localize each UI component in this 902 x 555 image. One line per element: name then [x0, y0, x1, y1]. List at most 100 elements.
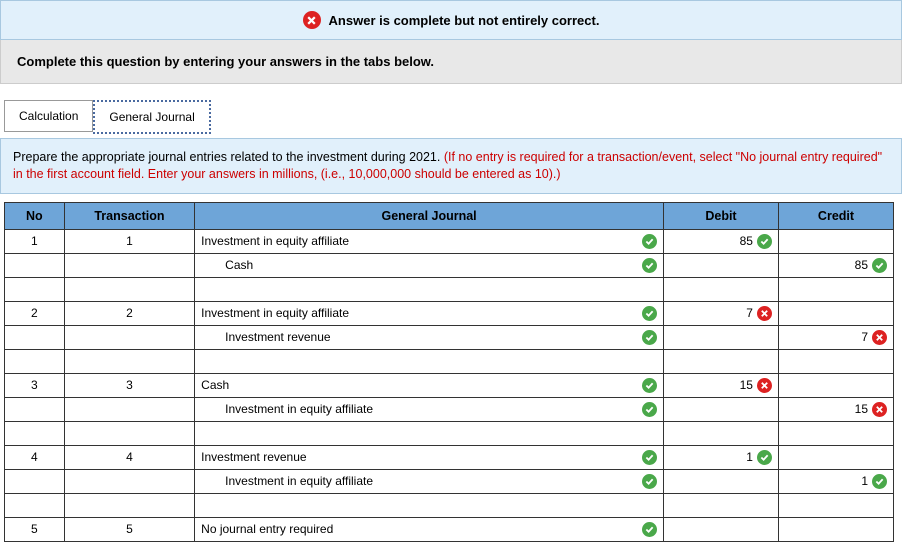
account-text: Cash [201, 258, 642, 272]
cell-credit[interactable]: 7 [778, 325, 893, 349]
table-row: Investment in equity affiliate 15 [5, 397, 894, 421]
table-row [5, 277, 894, 301]
account-text: Investment revenue [201, 450, 642, 464]
cell-account[interactable]: Cash [195, 253, 664, 277]
header-no: No [5, 202, 65, 229]
cell-credit[interactable]: 85 [778, 253, 893, 277]
cell-txn: 3 [64, 373, 194, 397]
cell-no: 3 [5, 373, 65, 397]
tab-general-journal[interactable]: General Journal [93, 100, 210, 134]
cell-account[interactable]: Cash [195, 373, 664, 397]
account-text: Investment revenue [201, 330, 642, 344]
cell-txn [64, 325, 194, 349]
cell-debit[interactable] [663, 493, 778, 517]
credit-value: 7 [861, 330, 868, 344]
cell-debit[interactable]: 1 [663, 445, 778, 469]
cell-account[interactable]: No journal entry required [195, 517, 664, 541]
cell-credit[interactable] [778, 229, 893, 253]
cell-credit[interactable] [778, 445, 893, 469]
cell-account[interactable]: Investment in equity affiliate [195, 229, 664, 253]
cell-txn [64, 277, 194, 301]
cell-no [5, 253, 65, 277]
table-row: 55 No journal entry required [5, 517, 894, 541]
check-icon [757, 234, 772, 249]
cell-debit[interactable] [663, 253, 778, 277]
cell-debit[interactable] [663, 277, 778, 301]
instruction-bar: Complete this question by entering your … [0, 40, 902, 84]
account-text: Investment in equity affiliate [201, 234, 642, 248]
header-general-journal: General Journal [195, 202, 664, 229]
check-icon [642, 474, 657, 489]
cell-account[interactable] [195, 493, 664, 517]
table-row: 11 Investment in equity affiliate 85 [5, 229, 894, 253]
cell-txn: 1 [64, 229, 194, 253]
cell-credit[interactable] [778, 517, 893, 541]
cell-account[interactable] [195, 349, 664, 373]
cell-no [5, 349, 65, 373]
account-text: No journal entry required [201, 522, 642, 536]
check-icon [642, 234, 657, 249]
cell-txn: 5 [64, 517, 194, 541]
cell-no [5, 277, 65, 301]
cell-no [5, 397, 65, 421]
credit-value: 1 [861, 474, 868, 488]
header-credit: Credit [778, 202, 893, 229]
table-row: Cash 85 [5, 253, 894, 277]
cell-debit[interactable] [663, 517, 778, 541]
cell-credit[interactable]: 15 [778, 397, 893, 421]
debit-value: 7 [746, 306, 753, 320]
cell-debit[interactable] [663, 469, 778, 493]
cell-account[interactable] [195, 277, 664, 301]
journal-table: No Transaction General Journal Debit Cre… [4, 202, 894, 542]
status-text: Answer is complete but not entirely corr… [329, 13, 600, 28]
table-row [5, 493, 894, 517]
cell-credit[interactable] [778, 301, 893, 325]
check-icon [642, 306, 657, 321]
credit-value: 15 [855, 402, 868, 416]
cell-debit[interactable] [663, 397, 778, 421]
cell-account[interactable]: Investment in equity affiliate [195, 397, 664, 421]
cell-txn [64, 469, 194, 493]
check-icon [642, 522, 657, 537]
cell-account[interactable]: Investment revenue [195, 325, 664, 349]
cell-no: 1 [5, 229, 65, 253]
account-text: Investment in equity affiliate [201, 474, 642, 488]
error-icon [303, 11, 321, 29]
cell-debit[interactable] [663, 421, 778, 445]
debit-value: 1 [746, 450, 753, 464]
cell-credit[interactable] [778, 277, 893, 301]
debit-value: 15 [740, 378, 753, 392]
check-icon [642, 330, 657, 345]
cell-debit[interactable]: 15 [663, 373, 778, 397]
cell-account[interactable]: Investment in equity affiliate [195, 469, 664, 493]
cell-txn: 2 [64, 301, 194, 325]
instruction-text: Complete this question by entering your … [17, 54, 434, 69]
cell-credit[interactable] [778, 421, 893, 445]
cell-no [5, 421, 65, 445]
check-icon [757, 450, 772, 465]
cell-debit[interactable]: 7 [663, 301, 778, 325]
cell-credit[interactable] [778, 349, 893, 373]
cell-credit[interactable] [778, 493, 893, 517]
cell-account[interactable]: Investment in equity affiliate [195, 301, 664, 325]
table-row [5, 421, 894, 445]
cell-debit[interactable] [663, 349, 778, 373]
cell-credit[interactable] [778, 373, 893, 397]
cell-account[interactable] [195, 421, 664, 445]
cell-account[interactable]: Investment revenue [195, 445, 664, 469]
cross-icon [872, 402, 887, 417]
header-debit: Debit [663, 202, 778, 229]
tab-calculation[interactable]: Calculation [4, 100, 93, 132]
table-row: 22Investment in equity affiliate7 [5, 301, 894, 325]
cell-debit[interactable]: 85 [663, 229, 778, 253]
cell-no [5, 469, 65, 493]
journal-table-wrap: No Transaction General Journal Debit Cre… [0, 194, 902, 542]
cell-no: 2 [5, 301, 65, 325]
header-transaction: Transaction [64, 202, 194, 229]
table-row: 33Cash15 [5, 373, 894, 397]
cell-debit[interactable] [663, 325, 778, 349]
cell-txn [64, 349, 194, 373]
cell-credit[interactable]: 1 [778, 469, 893, 493]
cell-no: 5 [5, 517, 65, 541]
status-banner: Answer is complete but not entirely corr… [0, 0, 902, 40]
